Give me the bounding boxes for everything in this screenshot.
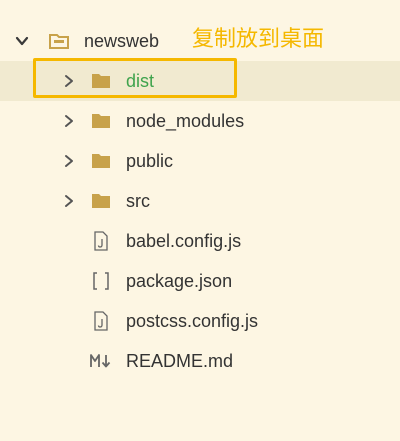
folder-icon [90,111,112,131]
tree-item-label: public [126,151,174,171]
tree-item-label: dist [126,71,155,91]
tree-item-readme[interactable]: README.md [0,341,400,381]
markdown-file-icon [90,351,112,371]
tree-item-babel-config[interactable]: babel.config.js [0,221,400,261]
tree-item-label: package.json [126,271,233,291]
folder-open-icon [48,31,70,51]
chevron-down-icon[interactable] [14,33,30,49]
tree-item-label: src [126,191,150,211]
tree-item-src[interactable]: src [0,181,400,221]
js-file-icon [90,311,112,331]
folder-icon [90,151,112,171]
tree-item-public[interactable]: public [0,141,400,181]
tree-item-node-modules[interactable]: node_modules [0,101,400,141]
chevron-right-icon[interactable] [61,113,77,129]
chevron-right-icon[interactable] [61,73,77,89]
json-file-icon [90,271,112,291]
tree-item-label: node_modules [126,111,245,131]
tree-root-label: newsweb [84,31,160,51]
tree-item-label: postcss.config.js [126,311,259,331]
tree-item-dist[interactable]: dist [0,61,400,101]
annotation-text: 复制放到桌面 [192,27,325,52]
chevron-right-icon[interactable] [61,153,77,169]
folder-icon [90,71,112,91]
chevron-right-icon[interactable] [61,193,77,209]
tree-item-label: babel.config.js [126,231,242,251]
js-file-icon [90,231,112,251]
tree-item-postcss-config[interactable]: postcss.config.js [0,301,400,341]
folder-icon [90,191,112,211]
tree-item-package-json[interactable]: package.json [0,261,400,301]
tree-item-label: README.md [126,351,234,371]
